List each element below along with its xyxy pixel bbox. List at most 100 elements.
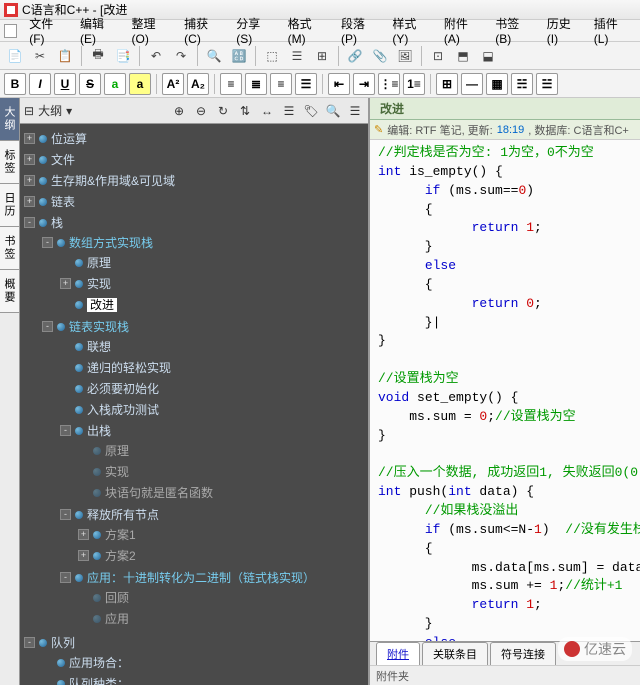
- tree-row[interactable]: 回顾: [76, 588, 368, 607]
- tree-row[interactable]: 入栈成功测试: [58, 400, 368, 419]
- refresh-icon[interactable]: ↻: [214, 102, 232, 120]
- align-left-button[interactable]: ≡: [220, 73, 242, 95]
- expand-icon[interactable]: +: [60, 278, 71, 289]
- new-doc-button[interactable]: 📄: [4, 45, 26, 67]
- code-editor[interactable]: //判定栈是否为空: 1为空，0不为空 int is_empty() { if …: [370, 140, 640, 641]
- tree-row[interactable]: 实现: [76, 462, 368, 481]
- menu-edit[interactable]: 编辑(E): [74, 13, 123, 48]
- super-button[interactable]: A²: [162, 73, 184, 95]
- number-list-button[interactable]: 1≡: [403, 73, 425, 95]
- bold-button[interactable]: B: [4, 73, 26, 95]
- tree-row[interactable]: 应用场合：: [40, 653, 368, 672]
- tree-row[interactable]: -应用：十进制转化为二进制（链式栈实现）: [58, 568, 368, 587]
- tree-row[interactable]: -数组方式实现栈: [40, 233, 368, 252]
- expand-icon[interactable]: +: [24, 196, 35, 207]
- expand-icon[interactable]: +: [24, 175, 35, 186]
- highlight-button[interactable]: a: [129, 73, 151, 95]
- tree-row[interactable]: 递归的轻松实现: [58, 358, 368, 377]
- align-justify-button[interactable]: ☰: [295, 73, 317, 95]
- tree-row[interactable]: 应用: [76, 609, 368, 628]
- expand-icon[interactable]: +: [78, 550, 89, 561]
- tool-d[interactable]: 🔗: [344, 45, 366, 67]
- tree-row[interactable]: 队列种类：: [40, 674, 368, 685]
- tree-row[interactable]: 块语句就是匿名函数: [76, 483, 368, 502]
- menu-organize[interactable]: 整理(O): [125, 13, 176, 48]
- save-button[interactable]: 📋: [54, 45, 76, 67]
- zoom-out-icon[interactable]: ⊖: [192, 102, 210, 120]
- tree-row[interactable]: -队列: [22, 633, 368, 652]
- tree-row[interactable]: 必须要初始化: [58, 379, 368, 398]
- table-button[interactable]: ⊞: [436, 73, 458, 95]
- menu-paragraph[interactable]: 段落(P): [335, 13, 384, 48]
- tree-row[interactable]: +文件: [22, 150, 368, 169]
- menu-history[interactable]: 历史(I): [541, 13, 586, 48]
- btab-attachment[interactable]: 附件: [376, 642, 420, 665]
- italic-button[interactable]: I: [29, 73, 51, 95]
- open-button[interactable]: ✂: [29, 45, 51, 67]
- expand-icon[interactable]: -: [60, 425, 71, 436]
- sub-button[interactable]: A₂: [187, 73, 209, 95]
- strike-button[interactable]: S: [79, 73, 101, 95]
- indent-dec-button[interactable]: ⇤: [328, 73, 350, 95]
- expand-icon[interactable]: -: [60, 509, 71, 520]
- btab-related[interactable]: 关联条目: [422, 642, 488, 665]
- search-icon[interactable]: 🔍: [324, 102, 342, 120]
- tool-h[interactable]: ⬒: [452, 45, 474, 67]
- tree-row[interactable]: -出栈: [58, 421, 368, 440]
- expand-icon[interactable]: -: [42, 237, 53, 248]
- tree-row[interactable]: -链表实现栈: [40, 317, 368, 336]
- menu-capture[interactable]: 捕获(C): [178, 13, 228, 48]
- menu-attachment[interactable]: 附件(A): [438, 13, 487, 48]
- expand-icon[interactable]: +: [24, 154, 35, 165]
- expand-icon[interactable]: +: [78, 529, 89, 540]
- print-button[interactable]: 🖶: [87, 45, 109, 67]
- tree-row[interactable]: +实现: [58, 274, 368, 293]
- underline-button[interactable]: U: [54, 73, 76, 95]
- tree-row[interactable]: +方案1: [76, 525, 368, 544]
- sidetab-summary[interactable]: 概要: [0, 270, 19, 313]
- btab-symlink[interactable]: 符号连接: [490, 642, 556, 665]
- tool-c[interactable]: ⊞: [311, 45, 333, 67]
- find-button[interactable]: 🔍: [203, 45, 225, 67]
- indent-inc-button[interactable]: ⇥: [353, 73, 375, 95]
- menu-bookmark[interactable]: 书签(B): [489, 13, 538, 48]
- tool-b[interactable]: ☰: [286, 45, 308, 67]
- hr-button[interactable]: —: [461, 73, 483, 95]
- replace-button[interactable]: 🔠: [228, 45, 250, 67]
- tool-i[interactable]: ⬓: [477, 45, 499, 67]
- menu-icon[interactable]: ☰: [346, 102, 364, 120]
- redo-button[interactable]: ↷: [170, 45, 192, 67]
- expand-icon[interactable]: +: [24, 133, 35, 144]
- sidetab-calendar[interactable]: 日历: [0, 184, 19, 227]
- tree-row[interactable]: 原理: [76, 441, 368, 460]
- tool-a[interactable]: ⬚: [261, 45, 283, 67]
- expand-icon[interactable]: -: [60, 572, 71, 583]
- tree-row[interactable]: +位运算: [22, 129, 368, 148]
- menu-format[interactable]: 格式(M): [282, 13, 333, 48]
- doc-tab[interactable]: 改进: [370, 98, 414, 120]
- dropdown-icon[interactable]: ▾: [66, 104, 72, 118]
- more-button[interactable]: ☵: [511, 73, 533, 95]
- bullet-list-button[interactable]: ⋮≡: [378, 73, 400, 95]
- tree-row[interactable]: -栈: [22, 213, 368, 232]
- expand-icon[interactable]: -: [42, 321, 53, 332]
- expand-icon[interactable]: -: [24, 637, 35, 648]
- menu-style[interactable]: 样式(Y): [386, 13, 435, 48]
- menu-file[interactable]: 文件(F): [23, 13, 72, 48]
- tree-row[interactable]: +方案2: [76, 546, 368, 565]
- sidetab-tags[interactable]: 标签: [0, 141, 19, 184]
- tree-row[interactable]: +生存期&作用域&可见域: [22, 171, 368, 190]
- tree-row[interactable]: 改进: [58, 295, 368, 314]
- filter-icon[interactable]: ☰: [280, 102, 298, 120]
- img-button[interactable]: ▦: [486, 73, 508, 95]
- tree-row[interactable]: 联想: [58, 337, 368, 356]
- undo-button[interactable]: ↶: [145, 45, 167, 67]
- color-button[interactable]: a: [104, 73, 126, 95]
- expand-icon[interactable]: -: [24, 217, 35, 228]
- outline-tree[interactable]: +位运算+文件+生存期&作用域&可见域+链表-栈-数组方式实现栈原理+实现改进-…: [20, 124, 368, 685]
- sort-icon[interactable]: ⇅: [236, 102, 254, 120]
- tool-g[interactable]: ⊡: [427, 45, 449, 67]
- zoom-in-icon[interactable]: ⊕: [170, 102, 188, 120]
- paste-icon[interactable]: 📑: [112, 45, 134, 67]
- sidetab-bookmark[interactable]: 书签: [0, 227, 19, 270]
